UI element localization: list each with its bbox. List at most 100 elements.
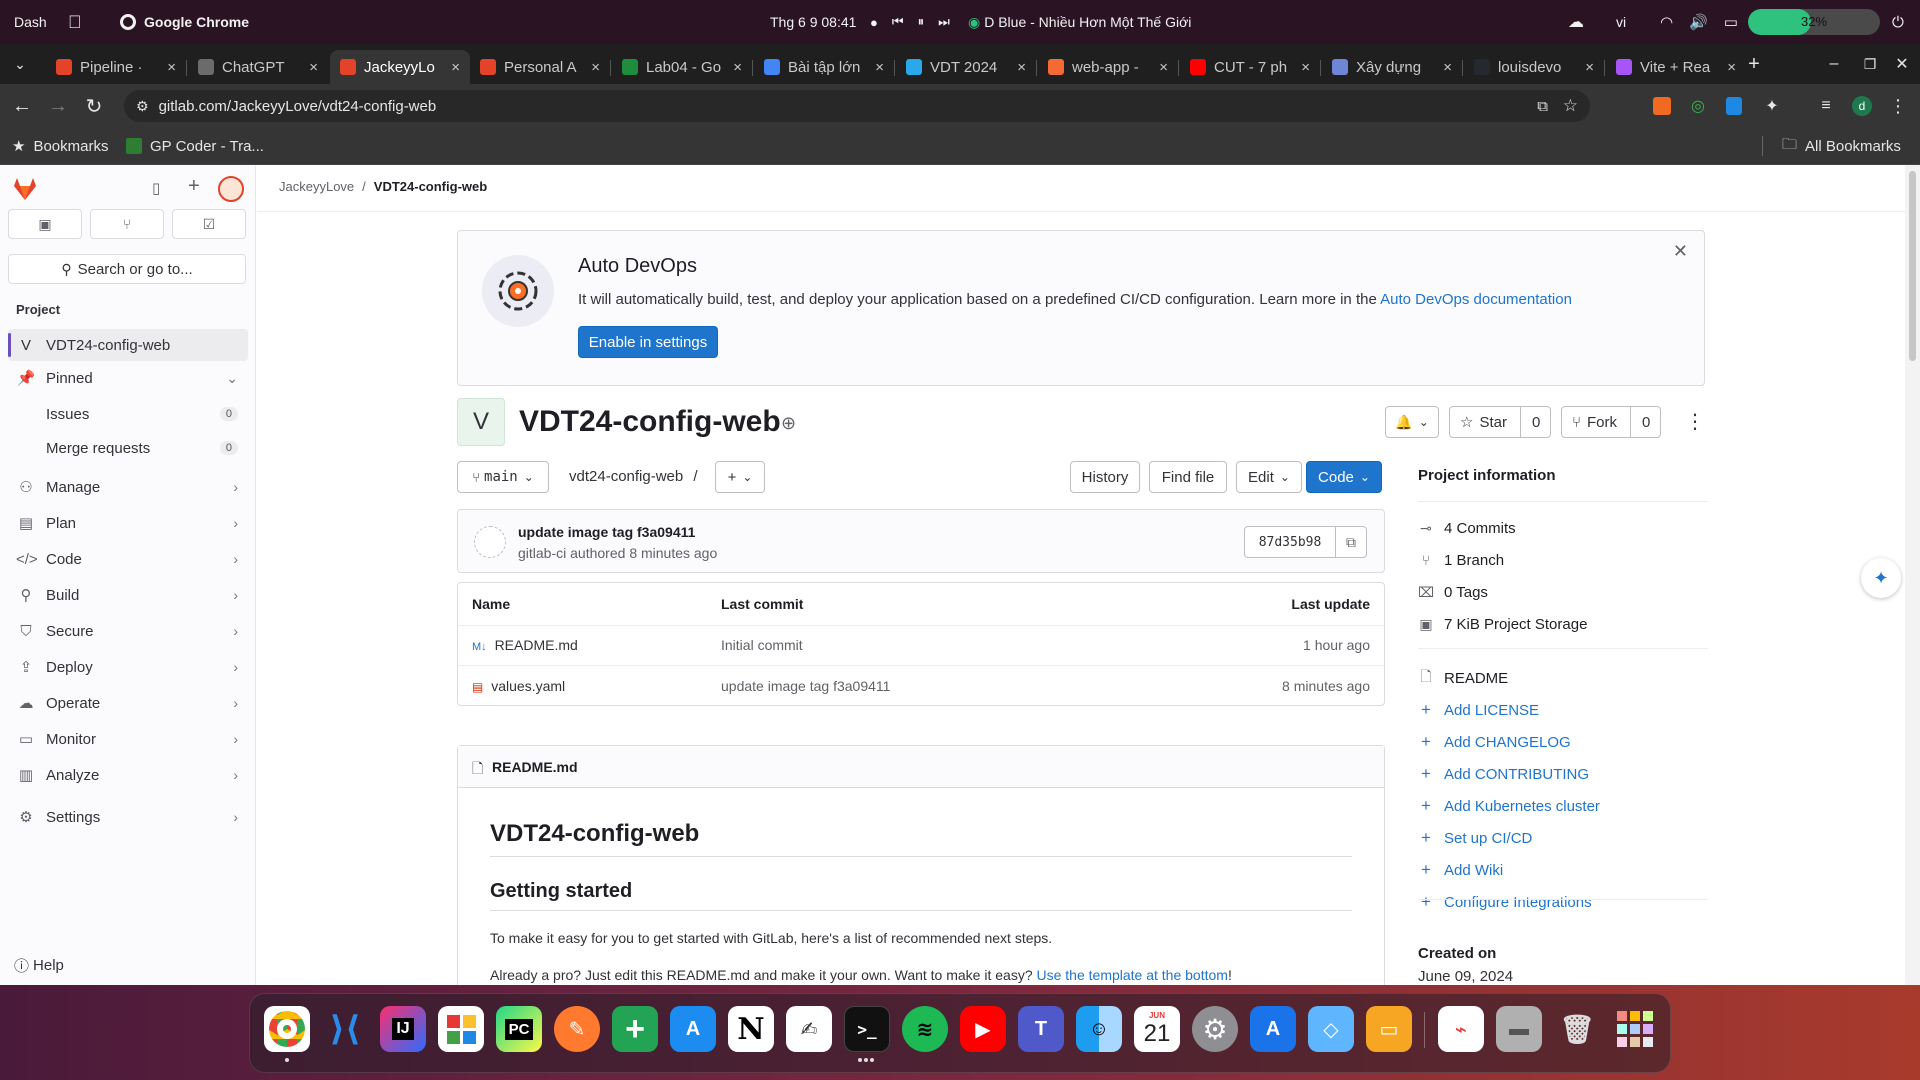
- tab-close-icon[interactable]: ×: [1727, 59, 1736, 76]
- project-stat[interactable]: ▣ 7 KiB Project Storage: [1418, 611, 1587, 637]
- project-stat[interactable]: ⑂ 1 Branch: [1418, 547, 1504, 573]
- finder-app-icon[interactable]: ☺: [1076, 1006, 1122, 1052]
- reload-icon[interactable]: ↻: [76, 84, 112, 128]
- tab-close-icon[interactable]: ×: [309, 59, 318, 76]
- intellij-app-icon[interactable]: IJ: [380, 1006, 426, 1052]
- minimize-icon[interactable]: –: [1816, 44, 1852, 84]
- show-apps-icon[interactable]: [1612, 1006, 1658, 1052]
- file-last-commit[interactable]: Initial commit: [721, 625, 803, 665]
- tab-search-icon[interactable]: ⌄: [2, 44, 38, 84]
- history-button[interactable]: History: [1070, 461, 1140, 493]
- project-stat[interactable]: ⊸ 4 Commits: [1418, 515, 1516, 541]
- sidebar-item-secure[interactable]: ⛉ Secure ›: [8, 615, 248, 647]
- sidebar-item-issues[interactable]: Issues 0: [8, 398, 248, 430]
- browser-tab[interactable]: JackeyyLo ×: [330, 50, 470, 84]
- sidebar-item-monitor[interactable]: ▭ Monitor ›: [8, 723, 248, 755]
- grammarly-icon[interactable]: ◎: [1680, 84, 1716, 128]
- gitlab-logo-icon[interactable]: [12, 177, 38, 201]
- breadcrumb-project[interactable]: VDT24-config-web: [374, 179, 487, 194]
- cloud-status-icon[interactable]: ☁: [1568, 0, 1584, 44]
- close-window-icon[interactable]: ✕: [1884, 44, 1920, 84]
- sidebar-item-manage[interactable]: ⚇ Manage ›: [8, 471, 248, 503]
- address-bar[interactable]: ⚙ gitlab.com/JackeyyLove/vdt24-config-we…: [124, 90, 1590, 122]
- teams-app-icon[interactable]: T: [1018, 1006, 1064, 1052]
- readme-template-link[interactable]: Use the template at the bottom: [1037, 967, 1228, 983]
- enable-in-settings-button[interactable]: Enable in settings: [578, 326, 718, 358]
- browser-tab[interactable]: CUT - 7 ph ×: [1180, 50, 1320, 84]
- extensions-puzzle-icon[interactable]: ✦: [1754, 84, 1790, 128]
- issues-shortcut-icon[interactable]: ▣: [8, 209, 82, 239]
- drive-app-icon[interactable]: ▬: [1496, 1006, 1542, 1052]
- network-app-icon[interactable]: ◇: [1308, 1006, 1354, 1052]
- browser-tab[interactable]: Personal A ×: [470, 50, 610, 84]
- power-icon[interactable]: ⏻: [1892, 0, 1904, 44]
- help-button[interactable]: ⓘ Help: [14, 955, 64, 976]
- create-new-icon[interactable]: +: [188, 175, 200, 198]
- tab-close-icon[interactable]: ×: [451, 59, 460, 76]
- app-store-icon[interactable]: A: [670, 1006, 716, 1052]
- browser-tab[interactable]: Pipeline · ×: [46, 50, 186, 84]
- pdf-app-icon[interactable]: ⌁: [1438, 1006, 1484, 1052]
- profile-avatar[interactable]: d: [1844, 84, 1880, 128]
- notion-app-icon[interactable]: N: [728, 1006, 774, 1052]
- tab-close-icon[interactable]: ×: [1585, 59, 1594, 76]
- browser-tab[interactable]: louisdevo ×: [1464, 50, 1604, 84]
- project-action-link[interactable]: + Add LICENSE: [1418, 697, 1539, 723]
- merge-requests-shortcut-icon[interactable]: ⑂: [90, 209, 164, 239]
- back-icon[interactable]: ←: [4, 84, 40, 128]
- spotify-app-icon[interactable]: ≋: [902, 1006, 948, 1052]
- input-language[interactable]: vi: [1616, 0, 1626, 44]
- project-action-link[interactable]: + Add Wiki: [1418, 857, 1503, 883]
- toggle-sidebar-icon[interactable]: ▯: [152, 179, 160, 197]
- previous-track-icon[interactable]: ⏮: [892, 14, 904, 30]
- text-editor-app-icon[interactable]: ✍: [786, 1006, 832, 1052]
- status-icons[interactable]: ◠ 🔊 ▭: [1660, 0, 1738, 44]
- tab-close-icon[interactable]: ×: [1017, 59, 1026, 76]
- maximize-icon[interactable]: ❐: [1852, 44, 1888, 84]
- user-avatar[interactable]: [218, 176, 244, 202]
- tab-close-icon[interactable]: ×: [1159, 59, 1168, 76]
- all-bookmarks-button[interactable]: 🗀 All Bookmarks: [1782, 128, 1901, 164]
- site-info-icon[interactable]: ⚙: [136, 98, 149, 115]
- copy-sha-button[interactable]: ⧉: [1335, 526, 1367, 558]
- code-button[interactable]: Code ⌄: [1306, 461, 1382, 493]
- new-tab-button[interactable]: +: [1736, 44, 1772, 84]
- project-action-link[interactable]: + Add CONTRIBUTING: [1418, 761, 1589, 787]
- browser-tab[interactable]: Xây dựng ×: [1322, 50, 1462, 84]
- commit-sha[interactable]: 87d35b98: [1244, 526, 1336, 558]
- bookmark-star-icon[interactable]: ☆: [1563, 96, 1578, 116]
- browser-menu-icon[interactable]: ⋮: [1880, 84, 1916, 128]
- extension-orange-icon[interactable]: [1644, 84, 1680, 128]
- sidebar-item-code[interactable]: </> Code ›: [8, 543, 248, 575]
- vscode-app-icon[interactable]: ⟩⟨: [322, 1006, 368, 1052]
- sidebar-item-merge-requests[interactable]: Merge requests 0: [8, 432, 248, 464]
- file-name-cell[interactable]: M↓ README.md: [472, 625, 578, 665]
- tab-close-icon[interactable]: ×: [1301, 59, 1310, 76]
- sidebar-item-analyze[interactable]: ▥ Analyze ›: [8, 759, 248, 791]
- sidebar-project-item[interactable]: V VDT24-config-web: [8, 329, 248, 361]
- edit-button[interactable]: Edit ⌄: [1236, 461, 1302, 493]
- software-app-icon[interactable]: A: [1250, 1006, 1296, 1052]
- sidebar-item-plan[interactable]: ▤ Plan ›: [8, 507, 248, 539]
- project-action-link[interactable]: + Set up CI/CD: [1418, 825, 1532, 851]
- terminal-app-icon[interactable]: >_: [844, 1006, 890, 1052]
- battery-indicator[interactable]: 32%: [1748, 0, 1880, 44]
- file-name-cell[interactable]: ▤ values.yaml: [472, 666, 565, 706]
- page-scrollbar[interactable]: [1905, 165, 1920, 985]
- sidebar-item-pinned[interactable]: 📌 Pinned ⌄: [8, 362, 248, 394]
- tab-close-icon[interactable]: ×: [1443, 59, 1452, 76]
- sidebar-item-settings[interactable]: ⚙ Settings ›: [8, 801, 248, 833]
- app-menu[interactable]: Google Chrome: [120, 0, 249, 44]
- browser-tab[interactable]: Lab04 - Go ×: [612, 50, 752, 84]
- search-input[interactable]: ⚲ Search or go to...: [8, 254, 246, 284]
- feedback-widget-icon[interactable]: ✦: [1861, 558, 1901, 598]
- repo-path-root[interactable]: vdt24-config-web: [569, 468, 683, 485]
- install-app-icon[interactable]: ⧉: [1537, 98, 1548, 115]
- bookmarks-button[interactable]: ★ Bookmarks: [12, 128, 108, 164]
- project-stat[interactable]: ⌧ 0 Tags: [1418, 579, 1488, 605]
- browser-tab[interactable]: ChatGPT ×: [188, 50, 328, 84]
- project-action-link[interactable]: + Add CHANGELOG: [1418, 729, 1571, 755]
- commit-author[interactable]: gitlab-ci: [518, 545, 566, 561]
- trash-app-icon[interactable]: 🗑: [1554, 1006, 1600, 1052]
- forward-icon[interactable]: →: [40, 84, 76, 128]
